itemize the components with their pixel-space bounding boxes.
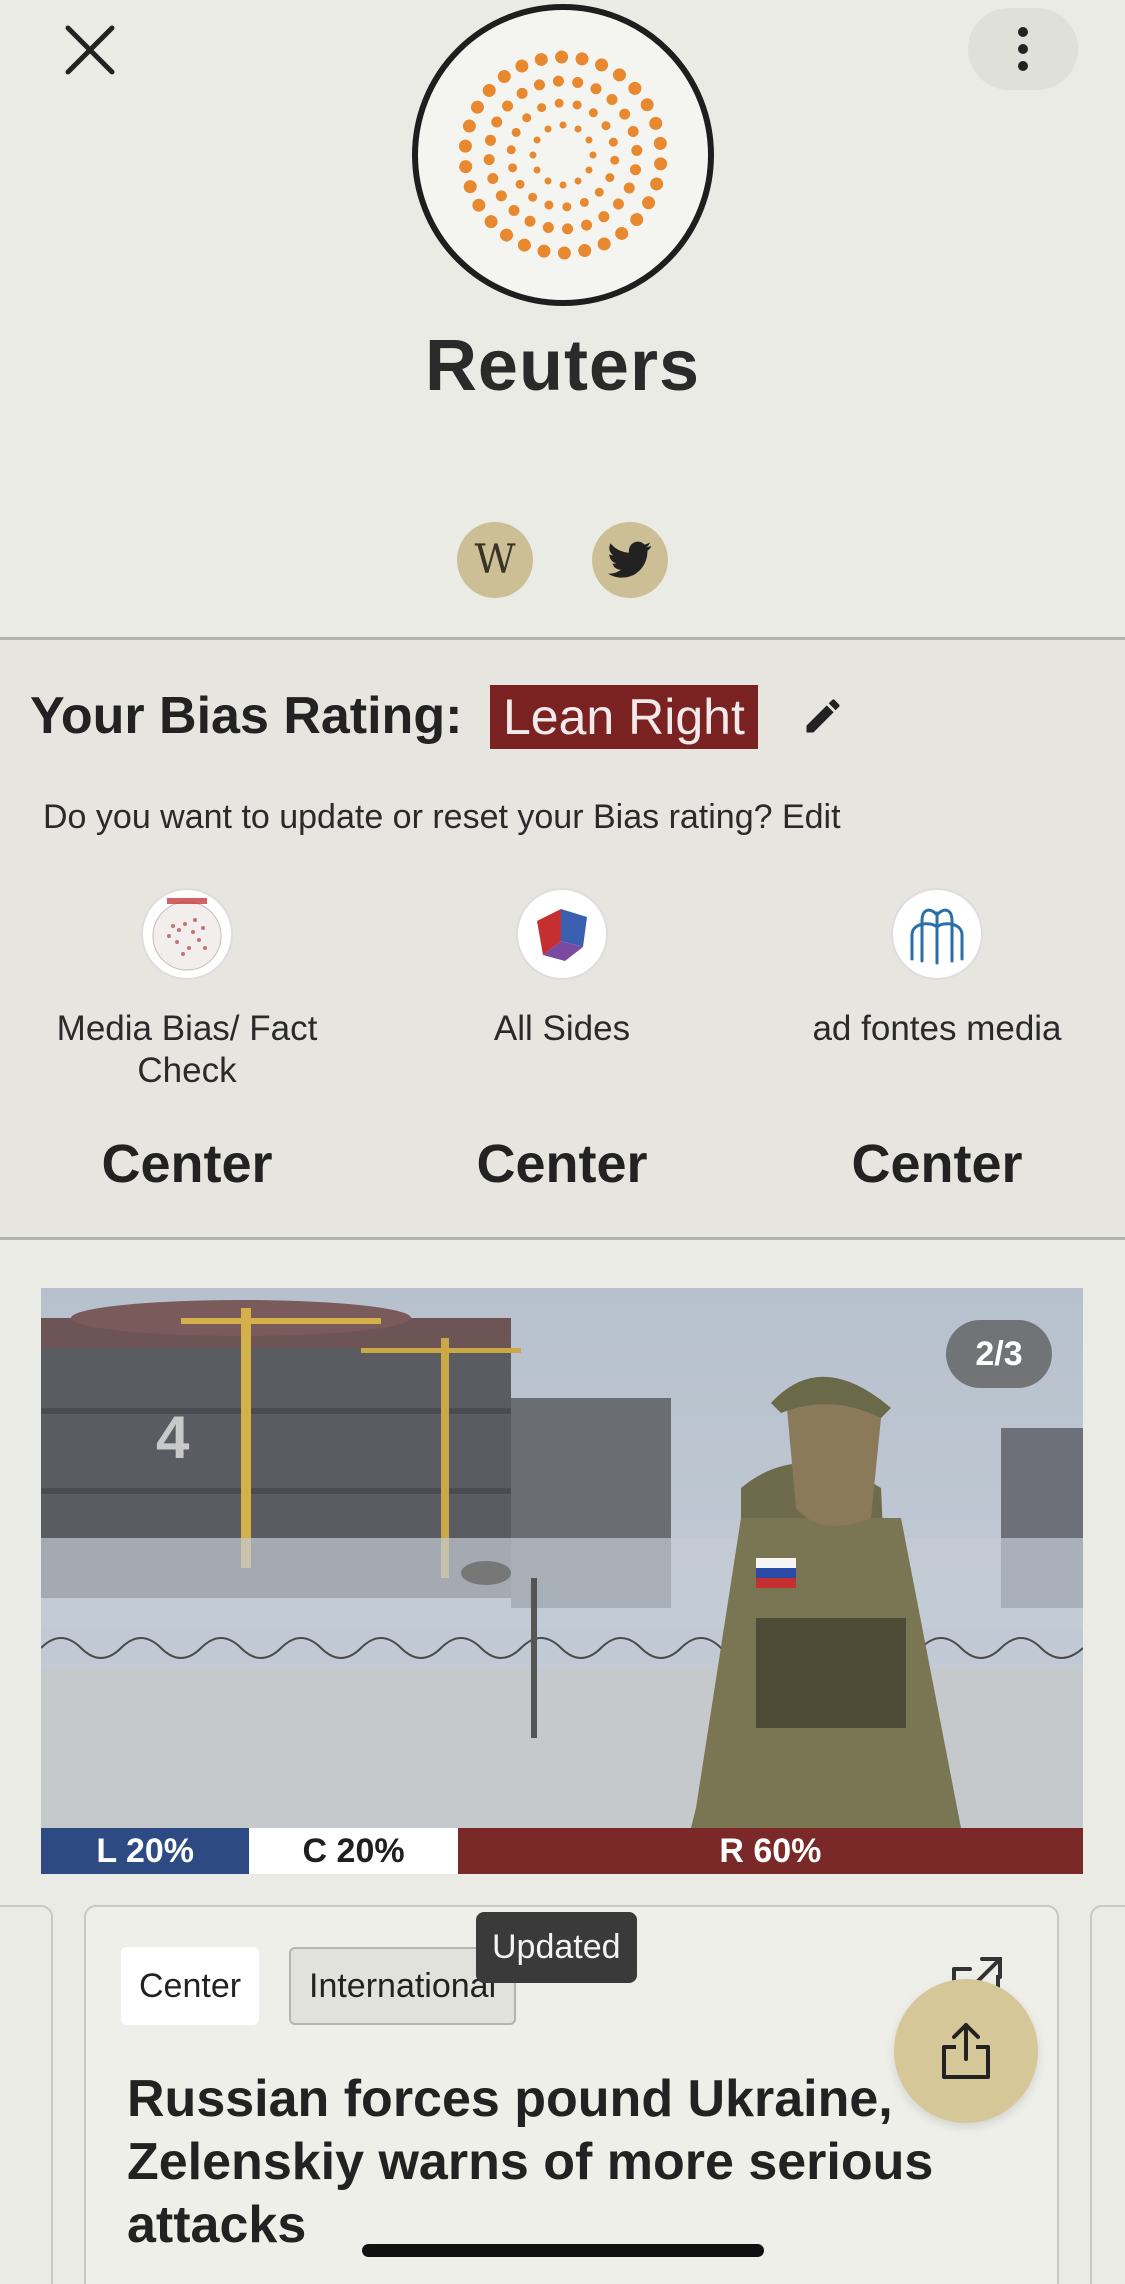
rater-value: Center [101,1134,273,1194]
rater-name: Media Bias/ Fact Check [56,1009,318,1090]
bias-rating-label: Your Bias Rating: [30,687,463,745]
home-indicator[interactable] [362,2244,764,2257]
source-logo [412,4,714,306]
bias-bar-center: C 20% [249,1828,458,1874]
share-button[interactable] [894,1979,1038,2123]
mbfc-globe-icon [141,888,233,980]
source-title: Reuters [424,326,701,406]
pencil-icon [806,699,840,733]
article-headline[interactable]: Russian forces pound Ukraine, Zelenskiy … [127,2068,1007,2257]
close-button[interactable] [55,15,125,85]
svg-text:4: 4 [156,1404,190,1471]
wikipedia-link[interactable]: W [457,522,533,598]
edit-bias-button[interactable] [795,688,851,744]
ad-fontes-fountain-icon [891,888,983,980]
rater-all-sides[interactable]: All Sides [422,888,702,1050]
updated-tooltip: Updated [476,1912,637,1983]
wikipedia-icon: W [474,537,516,583]
more-vertical-icon [1018,27,1028,71]
rater-name: ad fontes media [812,1009,1062,1048]
bias-bar-right: R 60% [457,1828,1083,1874]
article-image[interactable]: 4 [41,1288,1083,1828]
rater-value: Center [851,1134,1023,1194]
bias-tag: Center [121,1947,260,2025]
share-icon [942,2023,990,2079]
bias-distribution-bar: L 20% C 20% R 60% [41,1828,1083,1874]
next-card-edge[interactable] [1090,1905,1125,2284]
bias-edit-prompt[interactable]: Do you want to update or reset your Bias… [43,798,841,837]
twitter-icon [608,541,652,578]
previous-card-edge[interactable] [0,1905,53,2284]
close-icon [65,25,115,75]
rater-ad-fontes-media[interactable]: ad fontes media [797,888,1077,1050]
allsides-icon [516,888,608,980]
twitter-link[interactable] [592,522,668,598]
more-options-button[interactable] [968,8,1078,90]
bias-bar-left: L 20% [41,1828,250,1874]
bias-rating-badge: Lean Right [490,685,758,749]
rater-value: Center [476,1134,648,1194]
rater-media-bias-fact-check[interactable]: Media Bias/ Fact Check [47,888,327,1092]
image-counter: 2/3 [946,1320,1052,1388]
rater-name: All Sides [493,1009,631,1048]
